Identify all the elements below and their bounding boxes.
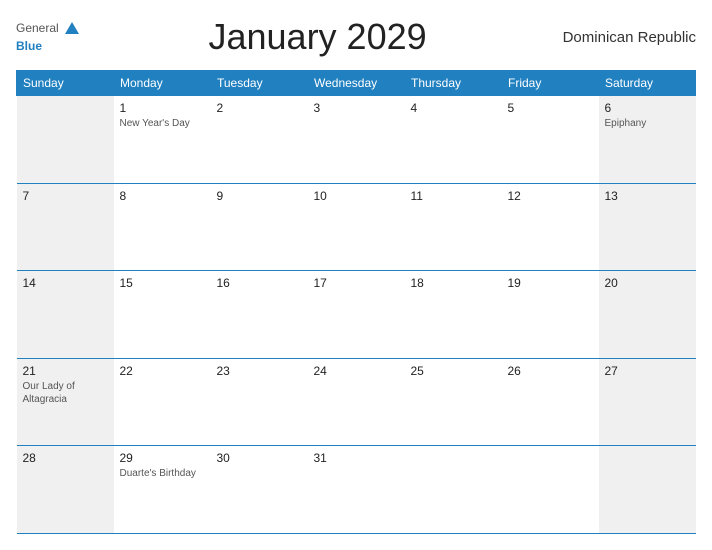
day-header-saturday: Saturday [599, 71, 696, 96]
day-number: 12 [508, 189, 593, 203]
calendar-cell: 16 [211, 271, 308, 359]
calendar-cell: 14 [17, 271, 114, 359]
calendar-cell: 20 [599, 271, 696, 359]
week-row-4: 28 29 Duarte's Birthday 30 31 [17, 446, 696, 534]
day-number: 14 [23, 276, 108, 290]
calendar-cell [17, 96, 114, 184]
day-header-friday: Friday [502, 71, 599, 96]
day-number: 6 [605, 101, 690, 115]
week-row-3: 21 Our Lady of Altagracia 22 23 24 25 26 27 [17, 358, 696, 446]
day-number: 24 [314, 364, 399, 378]
calendar-cell: 4 [405, 96, 502, 184]
day-header-wednesday: Wednesday [308, 71, 405, 96]
day-number: 21 [23, 364, 108, 378]
logo-line1: General [16, 19, 79, 37]
calendar-cell [502, 446, 599, 534]
calendar-cell: 13 [599, 183, 696, 271]
day-header-tuesday: Tuesday [211, 71, 308, 96]
day-header-monday: Monday [114, 71, 211, 96]
day-number: 27 [605, 364, 690, 378]
calendar-cell: 15 [114, 271, 211, 359]
calendar-cell: 31 [308, 446, 405, 534]
week-row-1: 789 10 11 12 13 [17, 183, 696, 271]
logo-blue-text: Blue [16, 39, 42, 53]
calendar-table: SundayMondayTuesdayWednesdayThursdayFrid… [16, 70, 696, 534]
calendar-cell: 12 [502, 183, 599, 271]
month-title: January 2029 [79, 16, 556, 58]
day-number: 13 [605, 189, 690, 203]
calendar-cell: 17 [308, 271, 405, 359]
day-number: 20 [605, 276, 690, 290]
calendar-cell: 19 [502, 271, 599, 359]
day-number: 7 [23, 189, 108, 203]
holiday-name: Our Lady of Altagracia [23, 380, 108, 406]
calendar-cell: 27 [599, 358, 696, 446]
logo-line2: Blue [16, 37, 42, 55]
day-number: 11 [411, 189, 496, 203]
calendar-cell: 25 [405, 358, 502, 446]
day-number: 19 [508, 276, 593, 290]
calendar-cell: 10 [308, 183, 405, 271]
calendar-cell [599, 446, 696, 534]
logo-triangle-icon [65, 22, 79, 34]
day-number: 17 [314, 276, 399, 290]
calendar-cell: 8 [114, 183, 211, 271]
country-name: Dominican Republic [556, 29, 696, 46]
calendar-cell: 28 [17, 446, 114, 534]
logo: General Blue [16, 19, 79, 55]
calendar-cell: 22 [114, 358, 211, 446]
calendar-cell: 18 [405, 271, 502, 359]
calendar-cell: 1 New Year's Day [114, 96, 211, 184]
calendar-header-row: SundayMondayTuesdayWednesdayThursdayFrid… [17, 71, 696, 96]
day-number: 5 [508, 101, 593, 115]
calendar-cell: 9 [211, 183, 308, 271]
calendar-cell: 23 [211, 358, 308, 446]
holiday-name: Duarte's Birthday [120, 467, 205, 480]
calendar-cell: 30 [211, 446, 308, 534]
holiday-name: New Year's Day [120, 117, 205, 130]
day-header-thursday: Thursday [405, 71, 502, 96]
day-number: 18 [411, 276, 496, 290]
calendar-cell: 11 [405, 183, 502, 271]
day-number: 25 [411, 364, 496, 378]
calendar-header: General Blue January 2029 Dominican Repu… [16, 16, 696, 58]
day-number: 29 [120, 451, 205, 465]
week-row-0: 1 New Year's Day 23456 Epiphany [17, 96, 696, 184]
days-of-week-row: SundayMondayTuesdayWednesdayThursdayFrid… [17, 71, 696, 96]
day-number: 1 [120, 101, 205, 115]
calendar-cell: 26 [502, 358, 599, 446]
day-number: 9 [217, 189, 302, 203]
day-number: 10 [314, 189, 399, 203]
day-header-sunday: Sunday [17, 71, 114, 96]
day-number: 26 [508, 364, 593, 378]
day-number: 30 [217, 451, 302, 465]
calendar-cell: 7 [17, 183, 114, 271]
day-number: 22 [120, 364, 205, 378]
calendar-cell: 5 [502, 96, 599, 184]
calendar-cell: 21 Our Lady of Altagracia [17, 358, 114, 446]
calendar-cell: 24 [308, 358, 405, 446]
day-number: 15 [120, 276, 205, 290]
day-number: 3 [314, 101, 399, 115]
day-number: 2 [217, 101, 302, 115]
day-number: 31 [314, 451, 399, 465]
calendar-cell: 3 [308, 96, 405, 184]
calendar-cell [405, 446, 502, 534]
calendar-body: 1New Year's Day23456Epiphany789101112131… [17, 96, 696, 534]
day-number: 16 [217, 276, 302, 290]
calendar-cell: 2 [211, 96, 308, 184]
day-number: 23 [217, 364, 302, 378]
day-number: 28 [23, 451, 108, 465]
day-number: 4 [411, 101, 496, 115]
calendar-cell: 29 Duarte's Birthday [114, 446, 211, 534]
day-number: 8 [120, 189, 205, 203]
calendar-cell: 6 Epiphany [599, 96, 696, 184]
holiday-name: Epiphany [605, 117, 690, 130]
logo-general-text: General [16, 21, 59, 35]
week-row-2: 14 15 16 17 18 19 20 [17, 271, 696, 359]
